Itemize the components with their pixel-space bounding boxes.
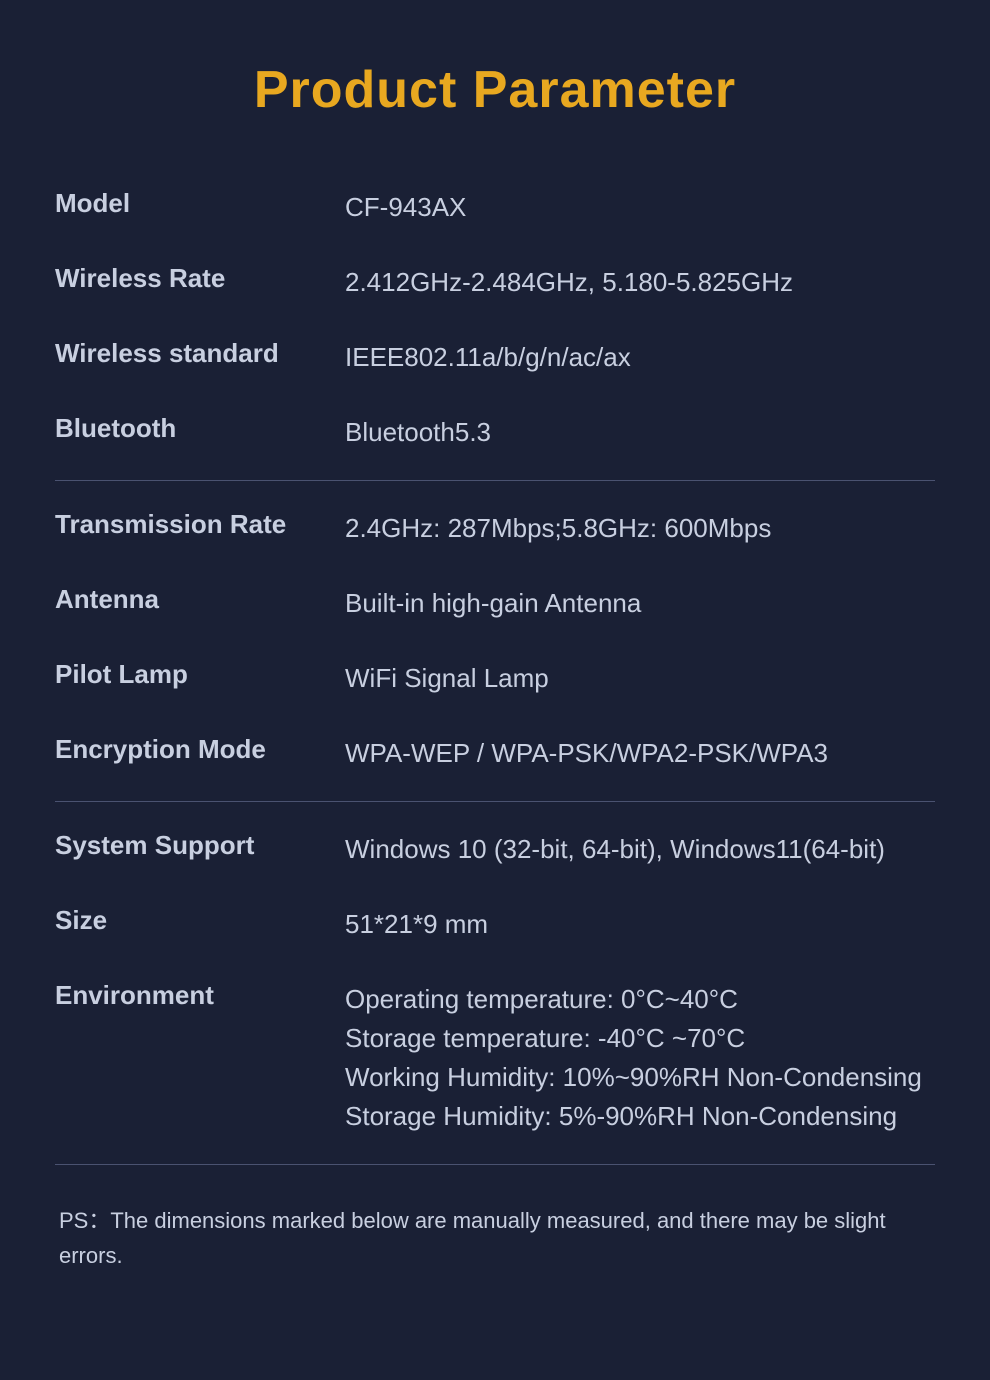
param-label: Transmission Rate (55, 509, 345, 540)
param-value: IEEE802.11a/b/g/n/ac/ax (345, 338, 631, 377)
table-row: Wireless Rate2.412GHz-2.484GHz, 5.180-5.… (55, 245, 935, 320)
param-label: System Support (55, 830, 345, 861)
param-label: Antenna (55, 584, 345, 615)
param-value: 2.4GHz: 287Mbps;5.8GHz: 600Mbps (345, 509, 771, 548)
table-row: Transmission Rate2.4GHz: 287Mbps;5.8GHz:… (55, 491, 935, 566)
param-label: Bluetooth (55, 413, 345, 444)
param-label: Pilot Lamp (55, 659, 345, 690)
section-divider (55, 801, 935, 802)
page-container: Product Parameter ModelCF-943AXWireless … (0, 0, 990, 1341)
table-row: AntennaBuilt-in high-gain Antenna (55, 566, 935, 641)
param-value: 51*21*9 mm (345, 905, 488, 944)
param-label: Model (55, 188, 345, 219)
param-label: Wireless standard (55, 338, 345, 369)
param-table: ModelCF-943AXWireless Rate2.412GHz-2.484… (55, 170, 935, 1154)
table-row: EnvironmentOperating temperature: 0°C~40… (55, 962, 935, 1154)
param-value: Bluetooth5.3 (345, 413, 491, 452)
table-row: BluetoothBluetooth5.3 (55, 395, 935, 470)
param-label: Size (55, 905, 345, 936)
ps-note: PS：The dimensions marked below are manua… (55, 1195, 935, 1281)
param-label: Encryption Mode (55, 734, 345, 765)
param-value: Built-in high-gain Antenna (345, 584, 641, 623)
param-value: Operating temperature: 0°C~40°CStorage t… (345, 980, 922, 1136)
section-divider (55, 480, 935, 481)
param-value: CF-943AX (345, 188, 466, 227)
param-value: WiFi Signal Lamp (345, 659, 549, 698)
table-row: ModelCF-943AX (55, 170, 935, 245)
param-value: Windows 10 (32-bit, 64-bit), Windows11(6… (345, 830, 885, 869)
final-divider (55, 1164, 935, 1165)
param-label: Wireless Rate (55, 263, 345, 294)
table-row: System SupportWindows 10 (32-bit, 64-bit… (55, 812, 935, 887)
param-value: 2.412GHz-2.484GHz, 5.180-5.825GHz (345, 263, 793, 302)
table-row: Size51*21*9 mm (55, 887, 935, 962)
page-title: Product Parameter (55, 60, 935, 120)
table-row: Encryption ModeWPA-WEP / WPA-PSK/WPA2-PS… (55, 716, 935, 791)
table-row: Pilot LampWiFi Signal Lamp (55, 641, 935, 716)
table-row: Wireless standardIEEE802.11a/b/g/n/ac/ax (55, 320, 935, 395)
param-value: WPA-WEP / WPA-PSK/WPA2-PSK/WPA3 (345, 734, 828, 773)
param-label: Environment (55, 980, 345, 1011)
